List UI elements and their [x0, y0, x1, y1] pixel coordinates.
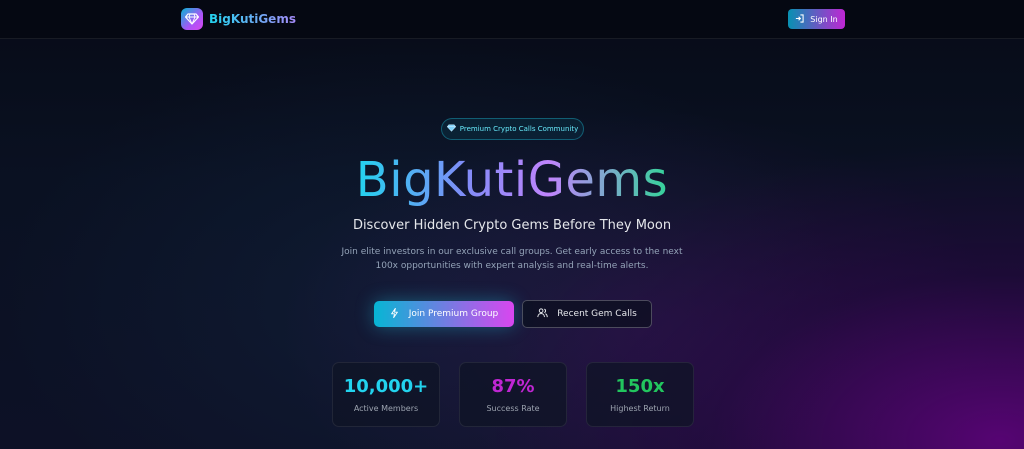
- top-navbar: BigKutiGems Sign In: [0, 0, 1024, 39]
- stat-card-members: 10,000+ Active Members: [332, 362, 440, 427]
- hero-title: BigKutiGems: [0, 150, 1024, 210]
- hero-description: Join elite investors in our exclusive ca…: [341, 247, 683, 271]
- recent-gem-calls-button[interactable]: Recent Gem Calls: [522, 300, 652, 328]
- join-premium-group-button[interactable]: Join Premium Group: [374, 301, 514, 327]
- brand-link[interactable]: BigKutiGems: [181, 8, 296, 30]
- stat-label: Success Rate: [486, 404, 540, 413]
- sign-in-button[interactable]: Sign In: [788, 9, 845, 29]
- hero-title-text: BigKutiGems: [355, 152, 669, 208]
- stat-value: 87%: [491, 376, 535, 397]
- stat-label: Highest Return: [610, 404, 670, 413]
- diamond-icon: [181, 8, 203, 30]
- stat-card-highest-return: 150x Highest Return: [586, 362, 694, 427]
- badge-label: Premium Crypto Calls Community: [459, 125, 579, 133]
- recent-gem-calls-label: Recent Gem Calls: [557, 309, 637, 319]
- sign-in-label: Sign In: [810, 14, 838, 24]
- stat-card-success-rate: 87% Success Rate: [459, 362, 567, 427]
- brand-name: BigKutiGems: [209, 12, 296, 26]
- community-badge: Premium Crypto Calls Community: [441, 118, 584, 140]
- diamond-icon: [446, 124, 456, 134]
- join-premium-group-label: Join Premium Group: [408, 309, 499, 319]
- hero-subtitle: Discover Hidden Crypto Gems Before They …: [352, 218, 672, 233]
- users-icon: [537, 307, 548, 321]
- stat-value: 150x: [615, 376, 665, 397]
- stat-value: 10,000+: [343, 376, 429, 397]
- login-arrow-icon: [795, 13, 804, 25]
- lightning-icon: [390, 307, 399, 321]
- stat-label: Active Members: [353, 404, 419, 413]
